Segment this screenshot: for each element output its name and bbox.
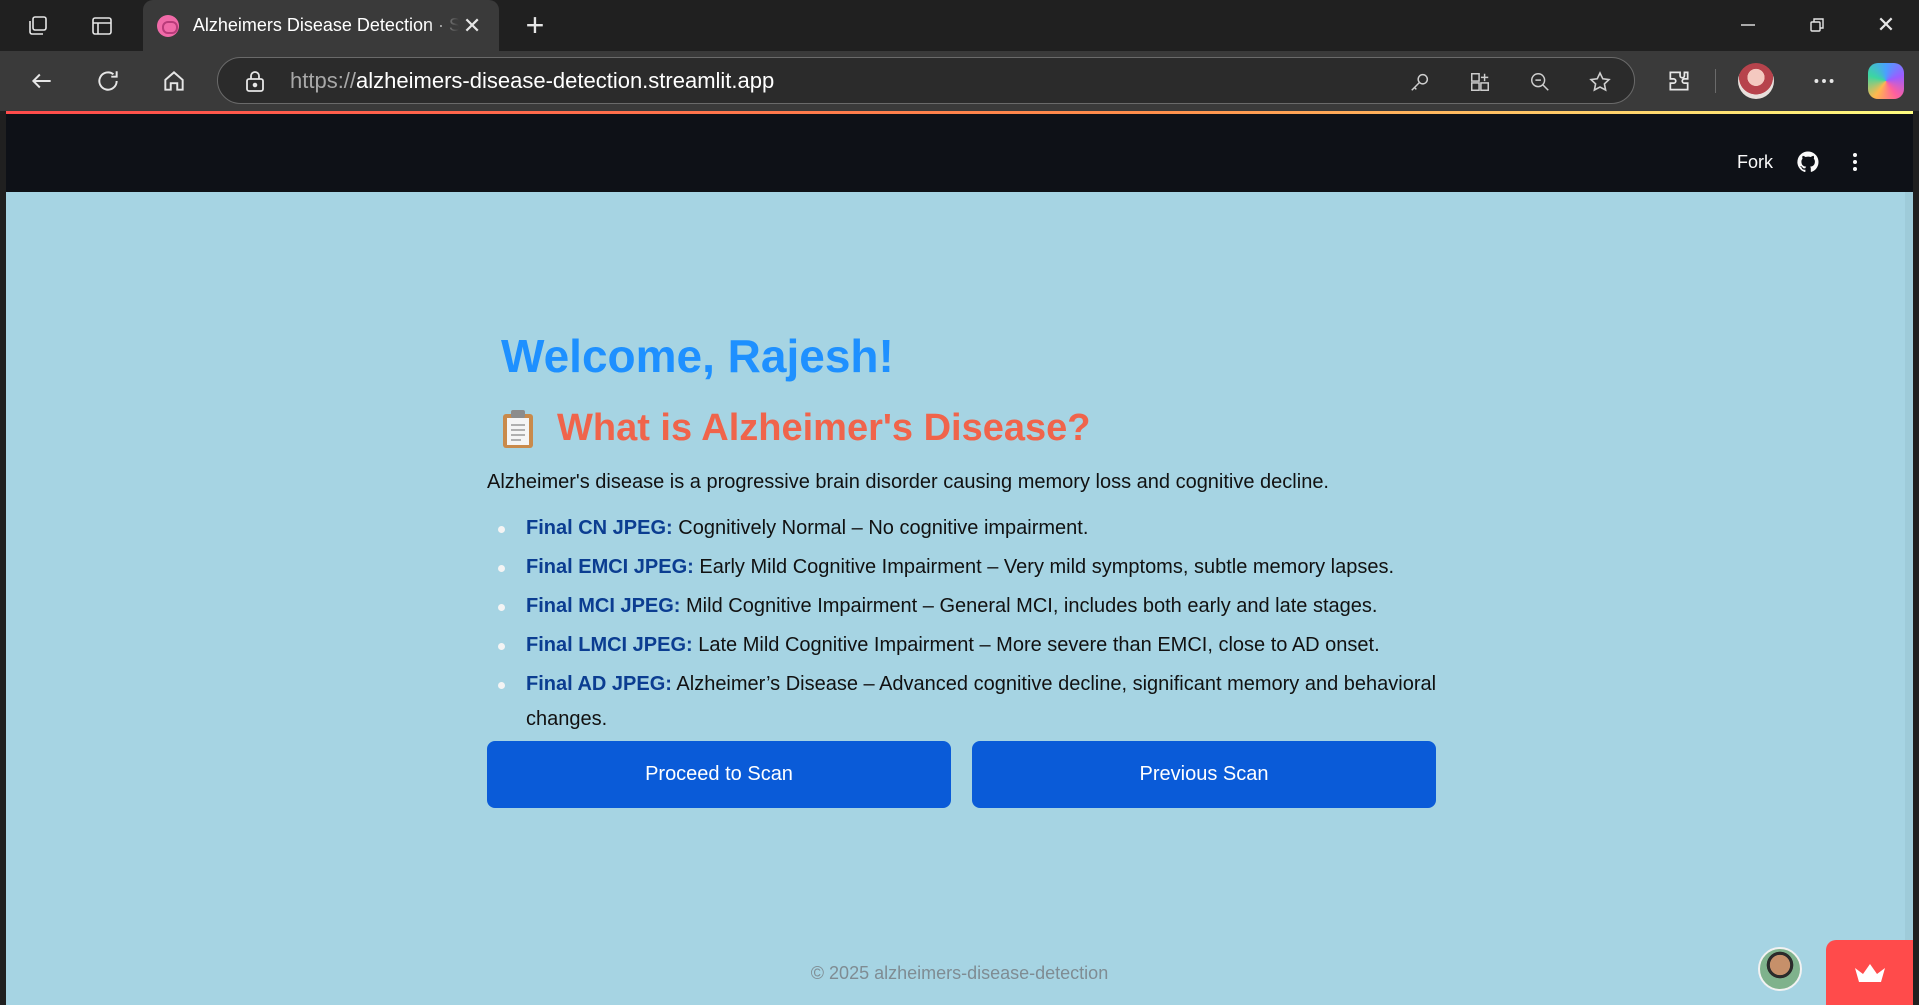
url-host: alzheimers-disease-detection.streamlit.a… (356, 68, 775, 93)
fork-button[interactable]: Fork (1737, 152, 1773, 173)
github-icon[interactable] (1796, 150, 1820, 174)
copilot-icon[interactable] (1868, 63, 1904, 99)
previous-scan-button[interactable]: Previous Scan (972, 741, 1436, 808)
back-icon[interactable] (24, 63, 60, 99)
list-item: Final CN JPEG: Cognitively Normal – No c… (487, 511, 1447, 546)
welcome-title: Welcome, Rajesh! (501, 330, 894, 382)
list-item: Final LMCI JPEG: Late Mild Cognitive Imp… (487, 628, 1447, 663)
restore-icon[interactable] (1793, 8, 1841, 42)
streamlit-badge[interactable] (1826, 940, 1913, 1005)
list-item-text: Mild Cognitive Impairment – General MCI,… (680, 595, 1378, 617)
refresh-icon[interactable] (90, 63, 126, 99)
list-item-label: Final AD JPEG: (526, 673, 672, 695)
minimize-icon[interactable] (1724, 8, 1772, 42)
browser-tab-bar: Alzheimers Disease Detection · Streamlit… (0, 0, 1919, 51)
section-heading: What is Alzheimer's Disease? (501, 407, 1090, 450)
url-protocol: https:// (290, 68, 357, 93)
key-icon[interactable] (1406, 68, 1434, 96)
tab-actions-icon[interactable] (86, 10, 118, 42)
intro-text: Alzheimer's disease is a progressive bra… (487, 471, 1329, 493)
profile-avatar[interactable] (1738, 63, 1774, 99)
home-icon[interactable] (156, 63, 192, 99)
section-heading-text: What is Alzheimer's Disease? (557, 407, 1091, 449)
more-horizontal-icon[interactable] (1806, 63, 1842, 99)
app-available-icon[interactable] (1466, 68, 1494, 96)
extensions-icon[interactable] (1661, 63, 1697, 99)
more-vertical-icon[interactable] (1843, 150, 1867, 174)
list-item-label: Final EMCI JPEG: (526, 556, 694, 578)
scrollbar[interactable] (1905, 192, 1913, 1005)
browser-tab-active[interactable]: Alzheimers Disease Detection · Streamlit… (143, 0, 499, 51)
lock-icon[interactable] (244, 69, 266, 98)
new-tab-icon[interactable]: + (518, 8, 552, 42)
list-item-label: Final MCI JPEG: (526, 595, 681, 617)
favorite-star-icon[interactable] (1586, 68, 1614, 96)
list-item-label: Final CN JPEG: (526, 517, 673, 539)
zoom-out-icon[interactable] (1526, 68, 1554, 96)
list-item: Final EMCI JPEG: Early Mild Cognitive Im… (487, 550, 1447, 585)
address-bar[interactable]: https://alzheimers-disease-detection.str… (217, 57, 1635, 104)
list-item-text: Early Mild Cognitive Impairment – Very m… (693, 556, 1395, 578)
stage-list: Final CN JPEG: Cognitively Normal – No c… (487, 511, 1447, 741)
crown-icon (1854, 963, 1885, 982)
url-text[interactable]: https://alzheimers-disease-detection.str… (290, 68, 774, 94)
tab-title: Alzheimers Disease Detection · Streamlit (192, 15, 460, 35)
app-header: Fork (6, 114, 1913, 192)
proceed-to-scan-button[interactable]: Proceed to Scan (487, 741, 951, 808)
list-item: Final AD JPEG: Alzheimer’s Disease – Adv… (487, 667, 1447, 737)
list-item: Final MCI JPEG: Mild Cognitive Impairmen… (487, 589, 1447, 624)
list-item-label: Final LMCI JPEG: (526, 634, 693, 656)
close-window-icon[interactable]: ✕ (1862, 8, 1910, 42)
page-viewport: Fork Welcome, Rajesh! What is Alzheimer'… (6, 111, 1913, 1005)
developer-avatar[interactable] (1758, 947, 1802, 991)
browser-toolbar: https://alzheimers-disease-detection.str… (0, 51, 1919, 111)
list-item-text: Cognitively Normal – No cognitive impair… (672, 517, 1089, 539)
workspaces-icon[interactable] (22, 10, 54, 42)
tab-close-icon[interactable]: ✕ (459, 13, 485, 39)
footer-copyright: © 2025 alzheimers-disease-detection (810, 963, 1109, 983)
brain-favicon-icon (157, 14, 179, 37)
toolbar-divider (1715, 69, 1716, 93)
clipboard-icon (501, 409, 535, 449)
list-item-text: Late Mild Cognitive Impairment – More se… (692, 634, 1380, 656)
